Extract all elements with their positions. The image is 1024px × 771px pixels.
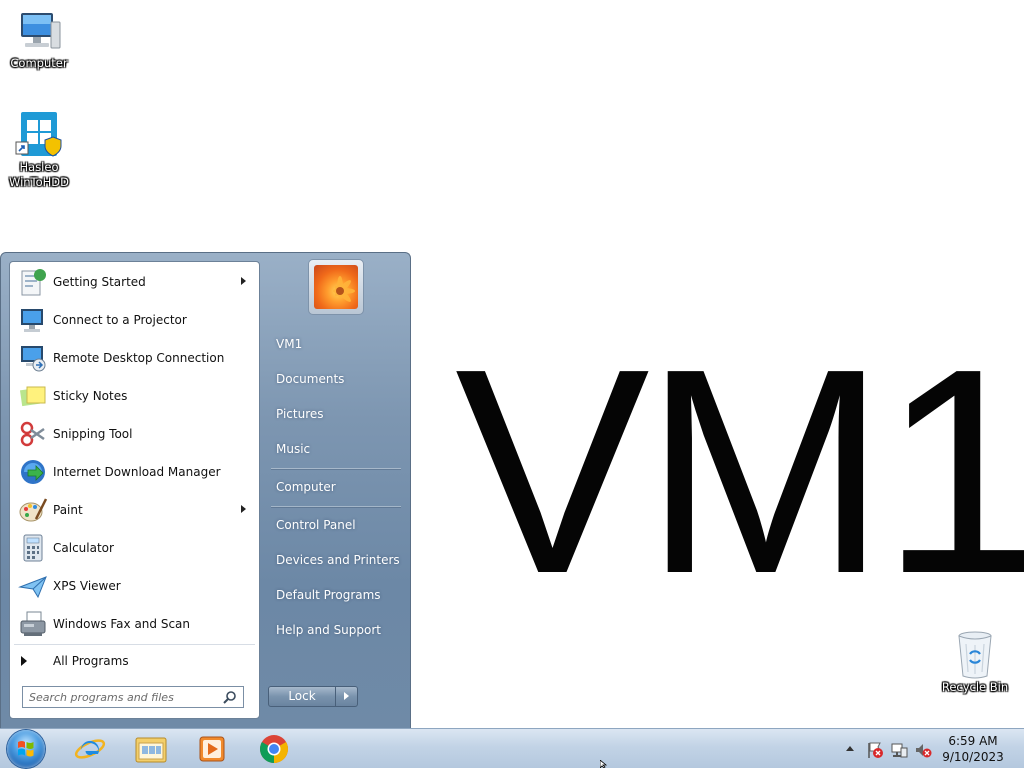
wallpaper-text: VM1: [455, 308, 1024, 634]
all-programs-button[interactable]: All Programs: [11, 648, 258, 674]
submenu-arrow-icon[interactable]: [241, 277, 246, 285]
recycle-bin-icon: [958, 631, 992, 679]
volume-muted-icon[interactable]: [914, 741, 932, 759]
start-button[interactable]: [7, 730, 45, 768]
program-label: XPS Viewer: [53, 579, 121, 593]
snipping-tool-icon: [15, 418, 51, 450]
idm-icon: [15, 456, 51, 488]
program-windows-fax-and-scan[interactable]: Windows Fax and Scan: [11, 605, 258, 643]
search-icon[interactable]: [223, 690, 237, 704]
internet-explorer-icon: [74, 739, 106, 759]
wintohdd-icon: [15, 112, 62, 157]
start-documents[interactable]: Documents: [268, 367, 400, 391]
show-hidden-icons-chevron-icon[interactable]: [846, 745, 854, 751]
right-separator: [271, 506, 401, 507]
start-control-panel[interactable]: Control Panel: [268, 513, 400, 537]
chrome-icon: [260, 735, 288, 763]
start-default-programs[interactable]: Default Programs: [268, 583, 400, 607]
start-help-and-support[interactable]: Help and Support: [268, 618, 400, 642]
programs-separator: [14, 644, 255, 645]
right-separator: [271, 468, 401, 469]
program-sticky-notes[interactable]: Sticky Notes: [11, 377, 258, 415]
media-player-icon: [199, 736, 225, 762]
windows-logo-icon: [18, 741, 34, 757]
desktop-icon-label: Recycle Bin: [941, 680, 1009, 694]
network-icon[interactable]: [890, 741, 908, 759]
program-label: Calculator: [53, 541, 114, 555]
projector-icon: [15, 304, 51, 336]
start-menu: Getting Started Connect to a Projector R…: [0, 252, 411, 728]
action-center-flag-icon[interactable]: [866, 741, 884, 759]
sticky-notes-icon: [15, 380, 51, 412]
program-paint[interactable]: Paint: [11, 491, 258, 529]
remote-desktop-icon: [15, 342, 51, 374]
program-connect-to-projector[interactable]: Connect to a Projector: [11, 301, 258, 339]
program-label: Snipping Tool: [53, 427, 133, 441]
start-music[interactable]: Music: [268, 437, 400, 461]
program-label: Windows Fax and Scan: [53, 617, 191, 631]
program-label: Sticky Notes: [53, 389, 128, 403]
program-getting-started[interactable]: Getting Started: [11, 263, 258, 301]
taskbar-chrome[interactable]: [249, 731, 299, 767]
system-clock[interactable]: 6:59 AM 9/10/2023: [935, 733, 1011, 765]
calculator-icon: [15, 532, 51, 564]
desktop-icon-recycle-bin[interactable]: Recycle Bin: [937, 630, 1013, 695]
desktop-icon-wintohdd[interactable]: Hasleo WinToHDD: [1, 110, 77, 190]
desktop-icon-computer[interactable]: Computer: [1, 8, 77, 71]
all-programs-label: All Programs: [53, 654, 129, 668]
user-picture[interactable]: [308, 259, 364, 315]
mouse-cursor-icon: [600, 760, 608, 768]
program-internet-download-manager[interactable]: Internet Download Manager: [11, 453, 258, 491]
start-devices-and-printers[interactable]: Devices and Printers: [268, 548, 400, 572]
start-search-box[interactable]: [22, 686, 244, 708]
getting-started-icon: [15, 266, 51, 298]
desktop-icon-label: Hasleo WinToHDD: [8, 160, 70, 189]
program-label: Connect to a Projector: [53, 313, 187, 327]
search-input[interactable]: [29, 688, 219, 706]
program-label: Internet Download Manager: [53, 465, 221, 479]
shutdown-options-arrow-icon[interactable]: [336, 686, 358, 707]
lock-button[interactable]: Lock: [268, 686, 336, 707]
paint-icon: [15, 494, 51, 526]
program-label: Remote Desktop Connection: [53, 351, 225, 365]
taskbar-internet-explorer[interactable]: [65, 731, 115, 767]
submenu-arrow-icon[interactable]: [241, 505, 246, 513]
program-xps-viewer[interactable]: XPS Viewer: [11, 567, 258, 605]
start-computer[interactable]: Computer: [268, 475, 400, 499]
desktop-icon-label: Computer: [10, 56, 68, 70]
start-user-folder[interactable]: VM1: [268, 332, 400, 356]
clock-time: 6:59 AM: [948, 734, 998, 748]
program-calculator[interactable]: Calculator: [11, 529, 258, 567]
taskbar: 6:59 AM 9/10/2023: [0, 728, 1024, 768]
program-label: Getting Started: [53, 275, 146, 289]
start-menu-programs-pane: Getting Started Connect to a Projector R…: [9, 261, 260, 719]
xps-viewer-icon: [15, 570, 51, 602]
program-snipping-tool[interactable]: Snipping Tool: [11, 415, 258, 453]
fax-scan-icon: [15, 608, 51, 640]
clock-date: 9/10/2023: [942, 750, 1004, 764]
all-programs-arrow-icon: [21, 656, 27, 666]
taskbar-media-player[interactable]: [187, 731, 237, 767]
taskbar-windows-explorer[interactable]: [126, 731, 176, 767]
program-remote-desktop[interactable]: Remote Desktop Connection: [11, 339, 258, 377]
start-pictures[interactable]: Pictures: [268, 402, 400, 426]
program-label: Paint: [53, 503, 83, 517]
windows-explorer-icon: [135, 737, 167, 763]
computer-icon: [21, 13, 61, 49]
user-avatar-flower-icon: [314, 265, 358, 309]
